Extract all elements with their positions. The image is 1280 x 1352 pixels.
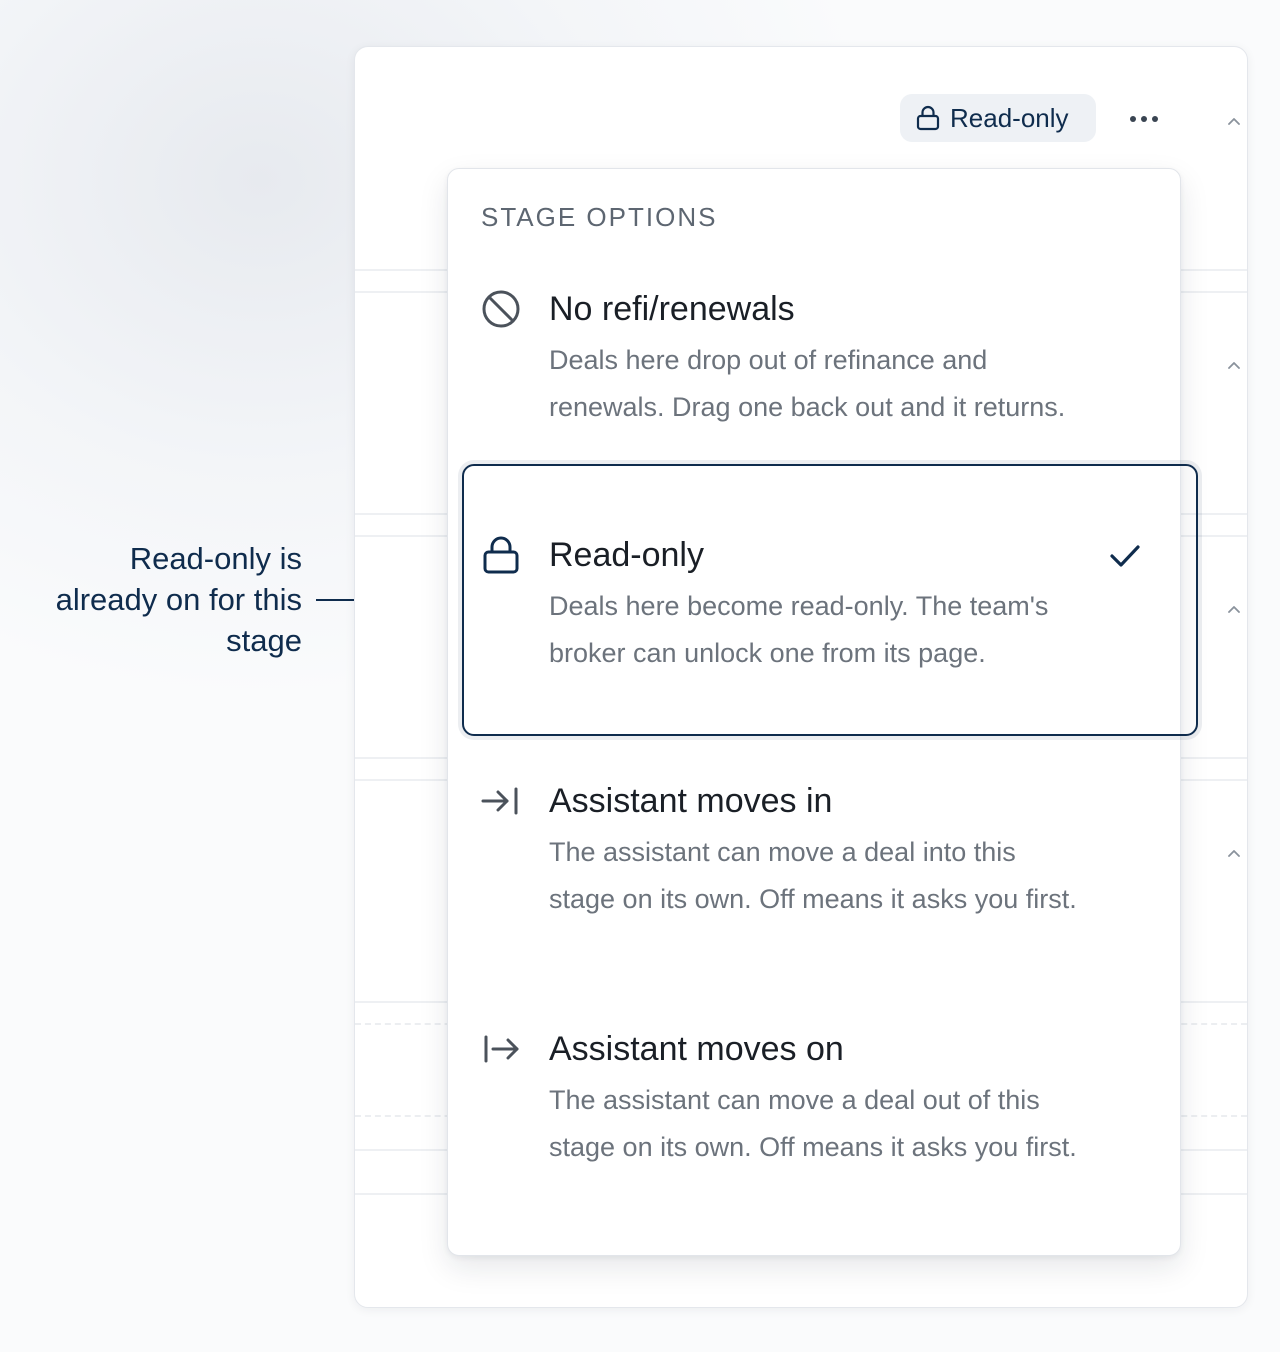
read-only-pill-label: Read-only [950, 102, 1069, 133]
chevron-up-icon[interactable] [1228, 847, 1240, 859]
option-description: The assistant can move a deal into this … [549, 837, 1077, 914]
arrow-right-to-line-icon [481, 787, 518, 815]
more-horizontal-icon-dot [1152, 116, 1158, 122]
option-description: Deals here become read-only. The team's … [549, 591, 1049, 668]
more-horizontal-icon [1130, 116, 1136, 122]
option-assistant-moves-on[interactable]: Assistant moves on The assistant can mov… [448, 1029, 1180, 1209]
chevron-up-icon[interactable] [1228, 115, 1240, 127]
chevron-up-icon[interactable] [1228, 359, 1240, 371]
stage-options-menu: STAGE OPTIONS No refi/renewals Deals her… [447, 168, 1181, 1256]
option-assistant-moves-in[interactable]: Assistant moves in The assistant can mov… [448, 781, 1180, 961]
annotation-callout: Read-only is already on for this stage [55, 541, 302, 658]
lock-icon [916, 105, 940, 131]
more-horizontal-icon-dot [1141, 116, 1147, 122]
option-read-only[interactable]: Read-only Deals here become read-only. T… [448, 535, 1180, 715]
option-title: Assistant moves on [549, 1030, 844, 1068]
read-only-pill[interactable]: Read-only [900, 94, 1096, 142]
more-options-button[interactable] [1122, 104, 1166, 134]
arrow-right-from-line-icon [484, 1035, 519, 1063]
option-title: Assistant moves in [549, 782, 833, 820]
menu-heading: STAGE OPTIONS [481, 202, 718, 232]
lock-icon [483, 536, 519, 574]
option-description: The assistant can move a deal out of thi… [549, 1085, 1077, 1162]
option-no-refi-renewals[interactable]: No refi/renewals Deals here drop out of … [448, 289, 1180, 469]
checkmark-icon [1110, 545, 1140, 567]
ban-icon [482, 290, 520, 328]
chevron-up-icon[interactable] [1228, 603, 1240, 615]
option-description: Deals here drop out of refinance and ren… [549, 345, 1066, 422]
option-title: Read-only [549, 536, 704, 574]
option-title: No refi/renewals [549, 290, 795, 328]
